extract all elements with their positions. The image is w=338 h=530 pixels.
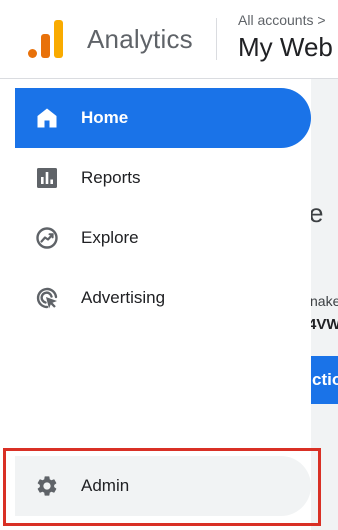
- sidebar-item-explore[interactable]: Explore: [15, 208, 311, 268]
- logo-bar-tall: [54, 20, 63, 58]
- advertising-icon: [36, 287, 58, 309]
- main-action-button-label: ctio: [312, 370, 338, 389]
- bar-chart-icon: [37, 168, 57, 188]
- main-text-fragment: nake: [310, 293, 338, 309]
- explore-icon: [36, 227, 58, 249]
- sidebar-item-home[interactable]: Home: [15, 88, 311, 148]
- main-bold-fragment: 4VW: [308, 316, 338, 333]
- logo-dot: [28, 49, 37, 58]
- analytics-logo-icon[interactable]: [28, 20, 64, 58]
- logo-bar-medium: [41, 34, 50, 58]
- header-divider: [216, 18, 217, 60]
- app-header: Analytics All accounts > My Web: [0, 0, 338, 79]
- sidebar-item-label: Home: [81, 108, 129, 127]
- home-icon: [37, 108, 57, 128]
- sidebar-item-reports[interactable]: Reports: [15, 148, 311, 208]
- app-name: Analytics: [87, 24, 193, 54]
- property-selector[interactable]: My Web: [238, 32, 333, 63]
- sidebar-item-label: Reports: [81, 168, 141, 187]
- sidebar-item-label: Advertising: [81, 288, 166, 307]
- sidebar-item-advertising[interactable]: Advertising: [15, 268, 311, 328]
- accounts-breadcrumb[interactable]: All accounts >: [238, 12, 326, 28]
- admin-highlight-box: [3, 448, 321, 526]
- sidebar-item-label: Explore: [81, 228, 139, 247]
